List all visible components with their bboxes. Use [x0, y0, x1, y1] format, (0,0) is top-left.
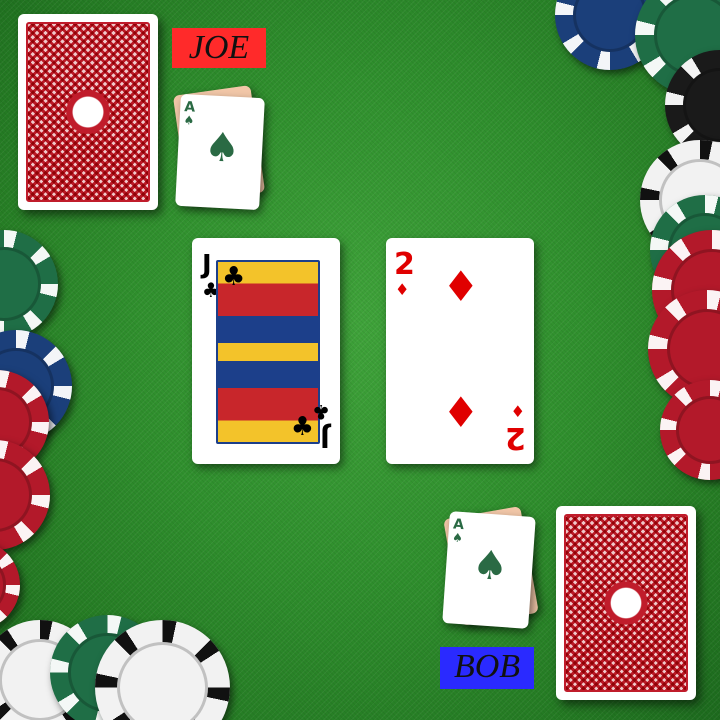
card-suit-small: ♠ — [451, 530, 464, 546]
chip-red — [0, 540, 20, 630]
jack-figure: ♣ ♣ — [216, 260, 320, 444]
chip-green — [0, 230, 58, 338]
bob-card-back[interactable] — [556, 506, 696, 700]
club-suit-icon: ♣ — [312, 400, 330, 424]
club-suit-icon: ♣ — [290, 412, 314, 442]
center-card-two-diamonds[interactable]: 2 ♦ ♦ ♦ ♦ 2 — [386, 238, 534, 464]
diamond-suit-icon: ♦ — [442, 388, 480, 437]
card-suit-small: ♠ — [183, 113, 195, 128]
card-rank: J — [202, 250, 212, 280]
center-card-jack-clubs[interactable]: J ♣ ♣ ♣ ♣ J — [192, 238, 340, 464]
poker-table: JOE A ♠ ♠ J ♣ ♣ ♣ ♣ J 2 ♦ ♦ ♦ ♦ 2 A ♠ ♠ … — [0, 0, 720, 720]
bob-hand-card[interactable]: A ♠ ♠ — [442, 511, 536, 629]
chip-red — [660, 380, 720, 480]
card-rank: 2 — [505, 420, 526, 455]
diamond-suit-icon: ♦ — [510, 402, 525, 421]
bob-name: BOB — [453, 648, 521, 685]
diamond-suit-icon: ♦ — [442, 262, 480, 311]
club-suit-icon: ♣ — [222, 262, 246, 292]
ace-of-spades-icon: ♠ — [470, 541, 510, 591]
card-back-pattern — [26, 22, 150, 202]
ace-of-spades-icon: ♠ — [203, 124, 242, 173]
card-rank: 2 — [394, 247, 415, 282]
bob-name-tag: BOB — [440, 647, 534, 689]
joe-hand-card[interactable]: A ♠ ♠ — [175, 93, 265, 211]
joe-name-tag: JOE — [172, 28, 266, 68]
card-back-pattern — [564, 514, 688, 692]
card-rank: J — [320, 422, 330, 452]
diamond-suit-icon: ♦ — [395, 280, 410, 299]
joe-card-back[interactable] — [18, 14, 158, 210]
joe-name: JOE — [188, 29, 250, 66]
chip-red — [0, 440, 50, 550]
